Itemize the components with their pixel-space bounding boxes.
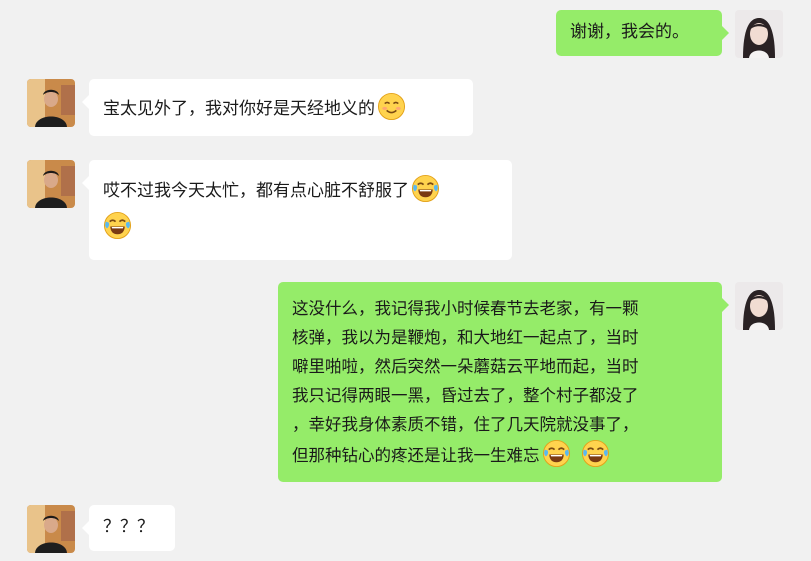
message-bubble-received[interactable]: ？？？ (82, 505, 175, 551)
avatar-image (27, 79, 75, 127)
message-line: 这没什么，我记得我小时候春节去老家，有一颗 (292, 299, 639, 318)
smiling-face-icon (377, 92, 406, 121)
message-bubble-sent[interactable]: 谢谢，我会的。 (556, 10, 729, 56)
message-text: 宝太见外了，我对你好是天经地义的 (103, 99, 375, 119)
avatar-image (27, 160, 75, 208)
my-avatar[interactable] (735, 10, 783, 58)
message-bubble-received[interactable]: 哎不过我今天太忙，都有点心脏不舒服了 (82, 160, 512, 260)
tears-of-joy-icon (542, 439, 571, 468)
contact-avatar[interactable] (27, 160, 75, 208)
message-text: 哎不过我今天太忙，都有点心脏不舒服了 (103, 181, 409, 201)
tears-of-joy-icon (411, 174, 440, 203)
avatar-image (735, 10, 783, 58)
message-text: ？？？ (103, 517, 154, 537)
message-bubble-sent[interactable]: 这没什么，我记得我小时候春节去老家，有一颗 核弹，我以为是鞭炮，和大地红一起点了… (278, 282, 729, 482)
message-bubble-received[interactable]: 宝太见外了，我对你好是天经地义的 (82, 79, 473, 136)
avatar-image (735, 282, 783, 330)
avatar-image (27, 505, 75, 553)
message-line: 核弹，我以为是鞭炮，和大地红一起点了，当时 (292, 328, 639, 347)
contact-avatar[interactable] (27, 505, 75, 553)
contact-avatar[interactable] (27, 79, 75, 127)
my-avatar[interactable] (735, 282, 783, 330)
message-line: 但那种钻心的疼还是让我一生难忘 (292, 446, 540, 465)
message-text: 谢谢，我会的。 (570, 22, 689, 42)
tears-of-joy-icon (103, 211, 132, 240)
message-line: 我只记得两眼一黑，昏过去了，整个村子都没了 (292, 386, 639, 405)
message-line: ，幸好我身体素质不错，住了几天院就没事了， (292, 415, 639, 434)
tears-of-joy-icon (581, 439, 610, 468)
message-line: 噼里啪啦，然后突然一朵蘑菇云平地而起，当时 (292, 357, 639, 376)
